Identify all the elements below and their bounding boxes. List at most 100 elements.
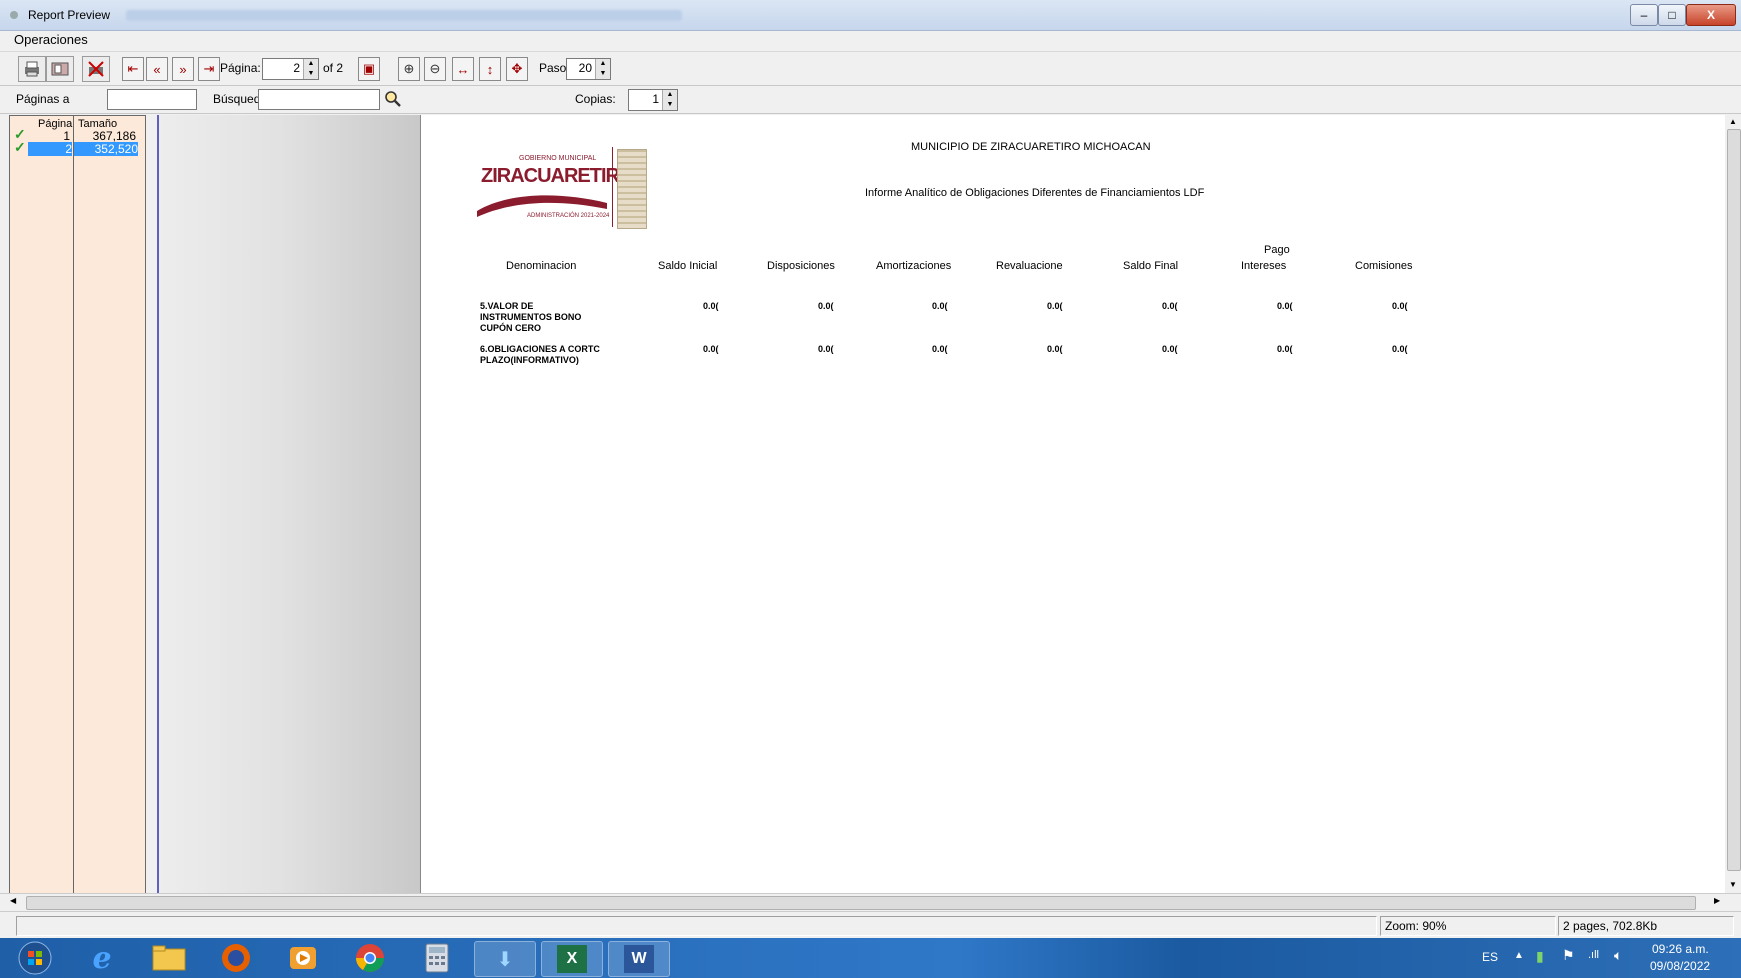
clock-date[interactable]: 09/08/2022 — [1650, 959, 1710, 973]
search-bar: Páginas a Búsqued Copias: 1 ▲ ▼ — [0, 85, 1741, 114]
table-row: 6.OBLIGACIONES A CORTC PLAZO(INFORMATIVO… — [480, 344, 600, 366]
step-spinner[interactable]: 20 ▲ ▼ — [566, 58, 611, 80]
maximize-button[interactable]: □ — [1658, 4, 1686, 26]
page-size: 367,186 — [92, 129, 136, 143]
word-icon[interactable]: W — [608, 941, 670, 977]
step-value: 20 — [578, 61, 592, 75]
language-indicator[interactable]: ES — [1482, 950, 1498, 964]
zoom-in-icon[interactable]: ⊕ — [398, 57, 420, 81]
col-comisiones: Comisiones — [1355, 260, 1413, 272]
status-message — [16, 916, 1377, 936]
coat-of-arms-icon — [617, 149, 647, 229]
ie-icon[interactable]: e — [72, 941, 132, 976]
spinner-arrows-icon[interactable]: ▲ ▼ — [595, 59, 610, 79]
cell-value: 0.0( — [932, 344, 948, 354]
search-input[interactable] — [258, 89, 380, 110]
municipal-logo: GOBIERNO MUNICIPAL ZIRACUARETIRO ADMINIS… — [477, 147, 647, 237]
page-list-row[interactable]: ✓ 2 352,520 — [10, 139, 145, 156]
page-list[interactable]: Página Tamaño ✓ 1 367,186 ✓ 2 352,520 — [9, 115, 146, 895]
zoom-status: Zoom: 90% — [1380, 916, 1556, 936]
prev-page-icon[interactable]: « — [146, 57, 168, 81]
cell-value: 0.0( — [818, 301, 834, 311]
minimize-button[interactable]: – — [1630, 4, 1658, 26]
first-page-icon[interactable]: ⇤ — [122, 57, 144, 81]
scroll-right-icon[interactable]: ▶ — [1714, 896, 1720, 905]
column-divider — [73, 116, 74, 894]
page-spinner[interactable]: 2 ▲ ▼ — [262, 58, 319, 80]
page-total: of 2 — [323, 61, 344, 75]
print-icon[interactable] — [18, 56, 46, 82]
report-app-icon[interactable]: ⬇ — [474, 941, 536, 977]
report-page: MUNICIPIO DE ZIRACUARETIRO MICHOACAN GOB… — [420, 115, 1726, 893]
page-value: 2 — [293, 61, 300, 75]
copies-spinner[interactable]: 1 ▲ ▼ — [628, 89, 678, 111]
page-list-row[interactable]: ✓ 1 367,186 — [10, 126, 145, 143]
spinner-arrows-icon[interactable]: ▲ ▼ — [303, 59, 318, 79]
cell-value: 0.0( — [1162, 301, 1178, 311]
row-name-line: 5.VALOR DE — [480, 301, 534, 311]
tray-app-icon[interactable]: ▮ — [1536, 948, 1544, 965]
page-label: Página: — [220, 61, 261, 75]
pages-status: 2 pages, 702.8Kb — [1558, 916, 1734, 936]
check-icon: ✓ — [14, 139, 26, 155]
fit-width-icon[interactable]: ↔ — [452, 57, 474, 81]
action-center-flag-icon[interactable]: ⚑ — [1562, 947, 1575, 964]
excel-icon[interactable]: X — [541, 941, 603, 977]
start-button[interactable] — [6, 941, 64, 975]
page-number: 2 — [28, 142, 72, 156]
print-setup-icon[interactable] — [46, 56, 74, 82]
cell-value: 0.0( — [1277, 301, 1293, 311]
pages-to-input[interactable] — [107, 89, 197, 110]
calculator-icon[interactable] — [407, 941, 467, 975]
network-icon[interactable]: .ıll — [1588, 949, 1599, 961]
row-name-line: 6.OBLIGACIONES A CORTC — [480, 344, 600, 354]
taskbar: e ⬇ X W ES ▲ ▮ ⚑ .ıll 🔈︎ 09:26 a.m. 09/0… — [0, 938, 1741, 978]
vertical-scrollbar[interactable]: ▲ ▼ — [1725, 115, 1741, 893]
cancel-print-icon[interactable] — [82, 56, 110, 82]
chrome-icon[interactable] — [340, 941, 400, 975]
vertical-scroll-thumb[interactable] — [1727, 129, 1741, 871]
cell-value: 0.0( — [932, 301, 948, 311]
row-name-line: CUPÓN CERO — [480, 323, 542, 333]
scroll-up-icon[interactable]: ▲ — [1729, 117, 1737, 126]
close-button[interactable]: X — [1686, 4, 1736, 26]
cell-value: 0.0( — [1277, 344, 1293, 354]
page-size: 352,520 — [74, 142, 138, 156]
clock-time[interactable]: 09:26 a.m. — [1652, 942, 1709, 956]
search-icon[interactable] — [384, 90, 402, 108]
scroll-left-icon[interactable]: ◀ — [10, 896, 16, 905]
row-name-line: PLAZO(INFORMATIVO) — [480, 355, 579, 365]
copies-value: 1 — [652, 92, 659, 106]
fit-height-icon[interactable]: ↕ — [479, 57, 501, 81]
spinner-arrows-icon[interactable]: ▲ ▼ — [662, 90, 677, 110]
col-disposiciones: Disposiciones — [767, 260, 835, 272]
scroll-down-icon[interactable]: ▼ — [1729, 880, 1737, 889]
file-explorer-icon[interactable] — [139, 941, 199, 975]
last-page-icon[interactable]: ⇥ — [198, 57, 220, 81]
search-label: Búsqued — [213, 92, 261, 106]
next-page-icon[interactable]: » — [172, 57, 194, 81]
copies-label: Copias: — [575, 92, 616, 106]
col-saldo-final: Saldo Final — [1123, 260, 1179, 272]
cell-value: 0.0( — [1162, 344, 1178, 354]
menu-operaciones[interactable]: Operaciones — [14, 32, 88, 47]
volume-icon[interactable]: 🔈︎ — [1614, 947, 1622, 964]
window-title: Report Preview — [28, 8, 111, 22]
single-page-icon[interactable]: ▣ — [358, 57, 380, 81]
zoom-out-icon[interactable]: ⊖ — [424, 57, 446, 81]
firefox-icon[interactable] — [206, 941, 266, 975]
title-bar: Report Preview – □ X — [0, 0, 1741, 31]
col-revaluaciones: Revaluacione — [996, 260, 1063, 272]
status-bar: Zoom: 90% 2 pages, 702.8Kb — [0, 911, 1741, 938]
page-number: 1 — [63, 129, 70, 143]
col-saldo-inicial: Saldo Inicial — [658, 260, 718, 272]
menu-bar: Operaciones — [0, 31, 1741, 51]
horizontal-scrollbar[interactable]: ◀ ▶ — [0, 893, 1741, 911]
fit-page-icon[interactable]: ✥ — [506, 57, 528, 81]
show-hidden-icons-icon[interactable]: ▲ — [1514, 950, 1524, 961]
preview-background — [157, 115, 422, 893]
table-row: 5.VALOR DE INSTRUMENTOS BONO CUPÓN CERO — [480, 301, 581, 334]
cell-value: 0.0( — [703, 344, 719, 354]
horizontal-scroll-thumb[interactable] — [26, 896, 1696, 910]
media-player-icon[interactable] — [273, 941, 333, 975]
